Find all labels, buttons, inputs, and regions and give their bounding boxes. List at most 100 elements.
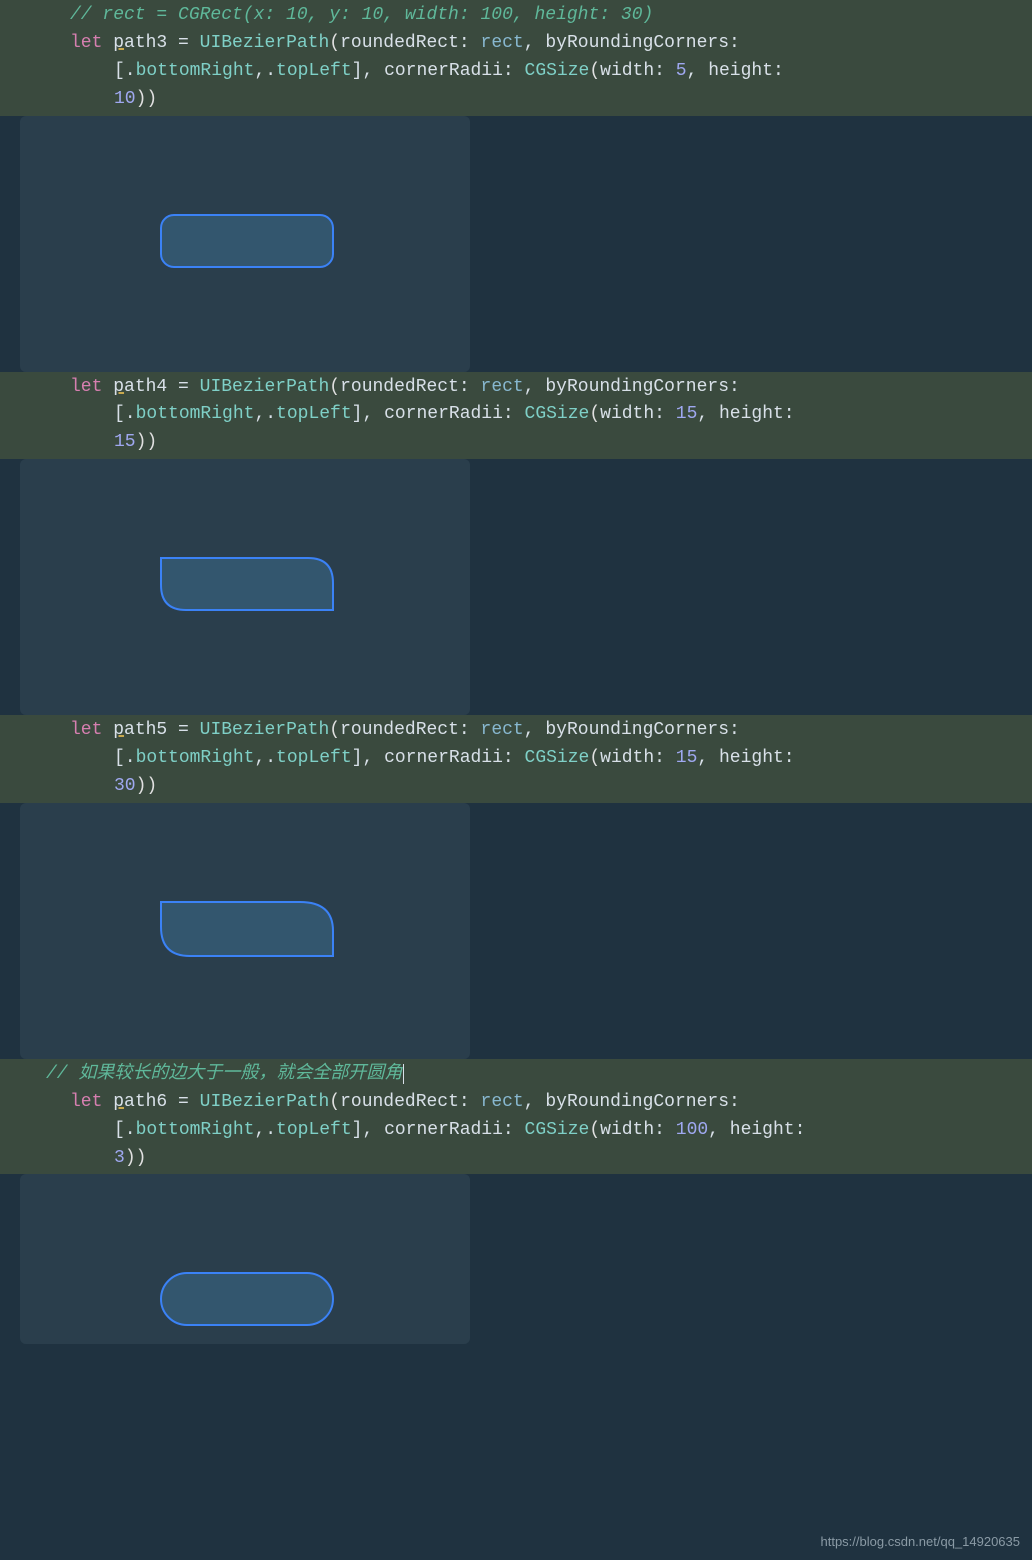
var-prefix: p [113, 377, 124, 397]
keyword-let: let [70, 33, 113, 53]
keyword-let: let [70, 377, 113, 397]
param-cornerradii: cornerRadii: [384, 404, 524, 424]
paren: ( [329, 377, 340, 397]
paren-close: )) [136, 89, 158, 109]
param-width: width: [600, 748, 676, 768]
paren: ( [589, 748, 600, 768]
comma: ,. [254, 404, 276, 424]
comment-rect: // rect = CGRect(x: 10, y: 10, width: 10… [70, 5, 653, 25]
var-rest: ath6 [124, 1092, 167, 1112]
number-height: 3 [114, 1148, 125, 1168]
number-width: 100 [676, 1120, 708, 1140]
paren: ( [589, 404, 600, 424]
bracket-close: ], [352, 748, 384, 768]
paren: ( [589, 1120, 600, 1140]
param-byrounding: byRoundingCorners: [545, 377, 750, 397]
var-rest: ath5 [124, 720, 167, 740]
assign: = [167, 720, 199, 740]
param-height: height: [719, 748, 805, 768]
identifier-rect: rect [481, 33, 524, 53]
watermark-text: https://blog.csdn.net/qq_14920635 [821, 1532, 1021, 1552]
var-prefix: p [113, 1092, 124, 1112]
number-height: 30 [114, 776, 136, 796]
comment-chinese: // 如果较长的边大于一般，就会全部开圆角 [46, 1064, 402, 1084]
code-block-1[interactable]: // rect = CGRect(x: 10, y: 10, width: 10… [0, 0, 1032, 116]
type-cgsize: CGSize [525, 404, 590, 424]
paren-close: )) [136, 432, 158, 452]
type-bezier: UIBezierPath [200, 33, 330, 53]
param-cornerradii: cornerRadii: [384, 1120, 524, 1140]
bezier-shape-2 [160, 557, 340, 624]
bracket-close: ], [352, 404, 384, 424]
bracket-close: ], [352, 1120, 384, 1140]
param-byrounding: byRoundingCorners: [545, 1092, 750, 1112]
type-bezier: UIBezierPath [200, 720, 330, 740]
preview-panel-3 [20, 803, 470, 1059]
bracket-open: [. [114, 61, 136, 81]
enum-topleft: topLeft [276, 1120, 352, 1140]
number-width: 5 [676, 61, 687, 81]
param-roundedrect: roundedRect: [340, 1092, 480, 1112]
paren: ( [329, 1092, 340, 1112]
type-bezier: UIBezierPath [200, 1092, 330, 1112]
param-height: height: [719, 404, 805, 424]
type-cgsize: CGSize [525, 748, 590, 768]
bezier-shape-3 [160, 901, 340, 970]
param-width: width: [600, 404, 676, 424]
type-bezier: UIBezierPath [200, 377, 330, 397]
number-width: 15 [676, 748, 698, 768]
bezier-shape-4 [160, 1272, 340, 1339]
param-roundedrect: roundedRect: [340, 33, 480, 53]
var-rest: ath3 [124, 33, 167, 53]
preview-panel-4 [20, 1174, 470, 1344]
bracket-open: [. [114, 748, 136, 768]
enum-bottomright: bottomRight [136, 1120, 255, 1140]
bracket-open: [. [114, 1120, 136, 1140]
assign: = [167, 33, 199, 53]
type-cgsize: CGSize [525, 1120, 590, 1140]
param-cornerradii: cornerRadii: [384, 61, 524, 81]
var-rest: ath4 [124, 377, 167, 397]
number-width: 15 [676, 404, 698, 424]
enum-topleft: topLeft [276, 748, 352, 768]
var-prefix: p [113, 720, 124, 740]
code-block-4[interactable]: // 如果较长的边大于一般，就会全部开圆角 let path6 = UIBezi… [0, 1059, 1032, 1175]
type-cgsize: CGSize [525, 61, 590, 81]
param-height: height: [708, 61, 794, 81]
bezier-shape-1 [160, 214, 340, 281]
comma: , [524, 1092, 546, 1112]
comma: , [524, 33, 546, 53]
identifier-rect: rect [481, 377, 524, 397]
enum-bottomright: bottomRight [136, 61, 255, 81]
code-block-2[interactable]: let path4 = UIBezierPath(roundedRect: re… [0, 372, 1032, 460]
comma: , [687, 61, 709, 81]
identifier-rect: rect [481, 1092, 524, 1112]
number-height: 10 [114, 89, 136, 109]
param-width: width: [600, 1120, 676, 1140]
paren-close: )) [125, 1148, 147, 1168]
code-block-3[interactable]: let path5 = UIBezierPath(roundedRect: re… [0, 715, 1032, 803]
param-roundedrect: roundedRect: [340, 720, 480, 740]
enum-topleft: topLeft [276, 61, 352, 81]
enum-topleft: topLeft [276, 404, 352, 424]
identifier-rect: rect [481, 720, 524, 740]
paren-close: )) [136, 776, 158, 796]
paren: ( [329, 720, 340, 740]
var-prefix: p [113, 33, 124, 53]
paren: ( [589, 61, 600, 81]
comma: ,. [254, 61, 276, 81]
bracket-close: ], [352, 61, 384, 81]
param-width: width: [600, 61, 676, 81]
comma: , [708, 1120, 730, 1140]
comma: ,. [254, 748, 276, 768]
keyword-let: let [70, 1092, 113, 1112]
text-cursor-icon [402, 1064, 404, 1084]
param-byrounding: byRoundingCorners: [545, 720, 750, 740]
comma: , [697, 748, 719, 768]
param-byrounding: byRoundingCorners: [545, 33, 750, 53]
comma: , [524, 377, 546, 397]
param-height: height: [730, 1120, 816, 1140]
bracket-open: [. [114, 404, 136, 424]
comma: ,. [254, 1120, 276, 1140]
comma: , [524, 720, 546, 740]
